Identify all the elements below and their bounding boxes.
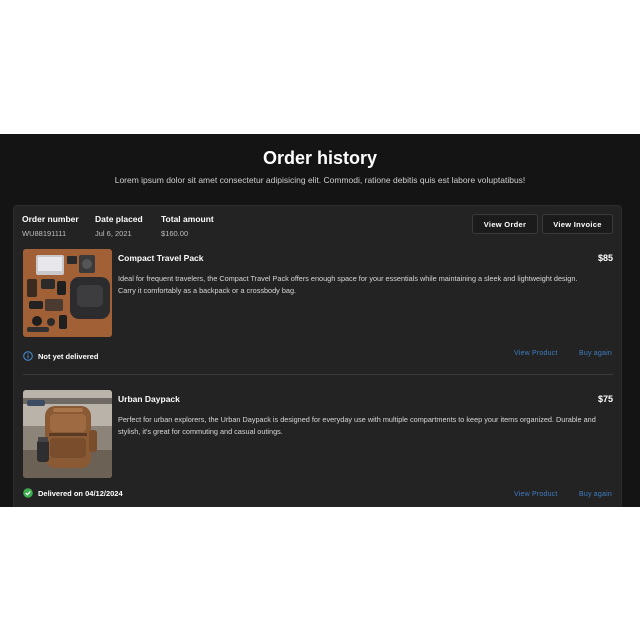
product-description: Perfect for urban explorers, the Urban D… — [118, 415, 596, 436]
order-number-label: Order number — [22, 214, 79, 224]
delivery-status-text: Delivered on 04/12/2024 — [38, 488, 123, 498]
view-order-button[interactable]: View Order — [472, 214, 538, 234]
daypack-photo-picture — [23, 390, 112, 478]
urban-daypack-image[interactable] — [23, 390, 112, 478]
view-product-link[interactable]: View Product — [514, 491, 558, 498]
compact-travel-pack-image[interactable] — [23, 249, 112, 337]
order-number-block: Order number WU88191111 — [22, 214, 79, 238]
order-number-value: WU88191111 — [22, 229, 67, 238]
date-placed-value: Jul 6, 2021 — [95, 229, 132, 238]
info-circle-icon — [23, 351, 33, 361]
total-amount-label: Total amount — [161, 214, 214, 224]
buy-again-link[interactable]: Buy again — [579, 491, 612, 498]
travel-gear-flatlay-picture — [23, 249, 112, 337]
view-invoice-button[interactable]: View Invoice — [542, 214, 613, 234]
check-circle-icon — [23, 488, 33, 498]
delivery-status-text: Not yet delivered — [38, 351, 99, 361]
total-amount-value: $160.00 — [161, 229, 189, 238]
date-placed-label: Date placed — [95, 214, 143, 224]
product-divider — [23, 374, 613, 375]
product-name[interactable]: Urban Daypack — [118, 394, 180, 404]
order-history-screen: Order history Lorem ipsum dolor sit amet… — [0, 134, 640, 507]
date-placed-block: Date placed Jul 6, 2021 — [95, 214, 143, 238]
product-price: $85 — [597, 253, 613, 263]
view-product-link[interactable]: View Product — [514, 350, 558, 357]
product-name[interactable]: Compact Travel Pack — [118, 253, 204, 263]
page-subtitle: Lorem ipsum dolor sit amet consectetur a… — [114, 175, 526, 185]
delivery-status: Delivered on 04/12/2024 — [23, 488, 123, 498]
delivery-status: Not yet delivered — [23, 351, 98, 361]
buy-again-link[interactable]: Buy again — [579, 350, 612, 357]
order-card: Order number WU88191111 Date placed Jul … — [13, 205, 622, 507]
page-title: Order history — [262, 148, 378, 168]
product-description: Ideal for frequent travelers, the Compac… — [118, 274, 578, 295]
total-amount-block: Total amount $160.00 — [161, 214, 214, 238]
product-price: $75 — [597, 394, 613, 404]
